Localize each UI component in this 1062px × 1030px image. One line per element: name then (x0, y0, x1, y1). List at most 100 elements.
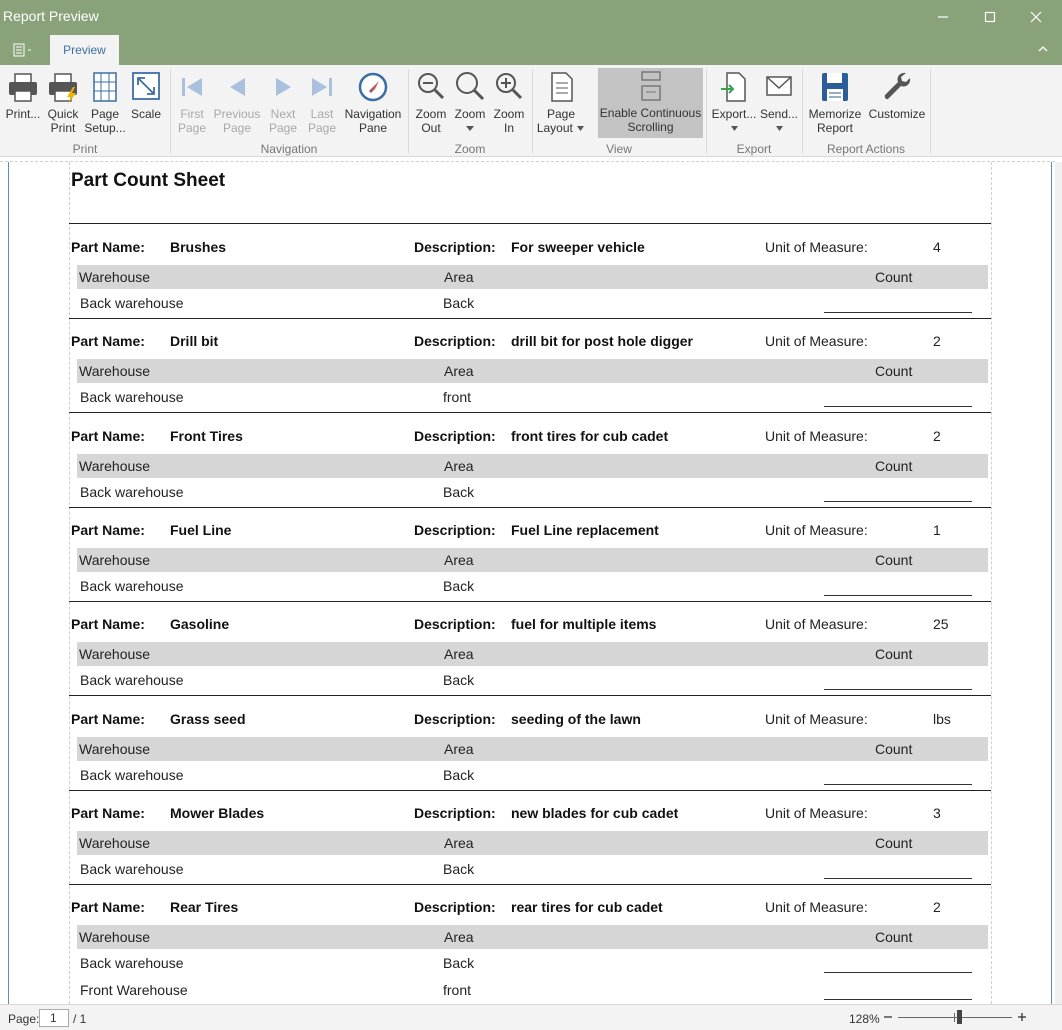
window-title: Report Preview (3, 8, 99, 24)
ribbon: Print... Quick Print Page Setup... Scale… (0, 65, 1062, 157)
warehouse-column-header: Warehouse (79, 363, 151, 380)
table-row: Back warehouse Back (69, 669, 991, 691)
description-value: drill bit for post hole digger (511, 333, 693, 350)
part-name-value: Grass seed (170, 710, 246, 727)
part-name-label: Part Name: (71, 239, 145, 255)
quick-print-button[interactable]: Quick Print (44, 69, 82, 135)
warehouse-column-header: Warehouse (79, 551, 151, 568)
maximize-button[interactable] (967, 0, 1013, 34)
description-label: Description: (414, 521, 496, 538)
last-page-button[interactable]: Last Page (304, 69, 340, 135)
zoom-out-button[interactable]: Zoom Out (412, 69, 450, 135)
tab-preview[interactable]: Preview (50, 35, 119, 65)
part-name-label: Part Name: (71, 710, 145, 727)
previous-page-button[interactable]: Previous Page (212, 69, 262, 135)
warehouse-cell: Back warehouse (80, 389, 184, 406)
unit-of-measure-label: Unit of Measure: (765, 239, 868, 255)
app-menu-button[interactable] (10, 41, 34, 59)
area-cell: Back (443, 955, 475, 972)
page-setup-button[interactable]: Page Setup... (84, 69, 126, 135)
unit-of-measure-value: 2 (933, 333, 941, 350)
zoom-button[interactable]: Zoom (451, 69, 489, 135)
export-button[interactable]: Export... (710, 69, 758, 135)
print-button[interactable]: Print... (4, 69, 42, 121)
count-entry-line[interactable] (824, 972, 972, 974)
count-entry-line[interactable] (824, 783, 972, 785)
table-row: Back warehouse front (69, 386, 991, 408)
area-cell: Back (443, 672, 475, 689)
table-row: Back warehouse Back (69, 575, 991, 597)
navigation-pane-button[interactable]: Navigation Pane (342, 69, 404, 135)
group-separator (170, 69, 171, 153)
minimize-button[interactable] (920, 0, 966, 34)
page-layout-button[interactable]: Page Layout (536, 69, 586, 135)
app-menu-icon (13, 43, 31, 57)
description-label: Description: (414, 333, 496, 350)
report-preview-area[interactable]: Part Count Sheet Part Name: Brushes Descri… (0, 158, 1062, 1004)
table-row: Back warehouse Back (69, 481, 991, 503)
zoom-slider-center-tick (954, 1013, 955, 1022)
count-entry-line[interactable] (824, 312, 972, 313)
page-edge-left (8, 162, 9, 1004)
part-name-value: Front Tires (170, 427, 243, 444)
description-label: Description: (414, 804, 496, 821)
count-entry-line[interactable] (824, 999, 972, 1001)
description-value: Fuel Line replacement (511, 521, 659, 538)
count-entry-line[interactable] (824, 877, 972, 879)
memorize-report-button[interactable]: Memorize Report (806, 69, 864, 135)
customize-button[interactable]: Customize (866, 69, 928, 121)
zoom-slider-thumb[interactable] (957, 1010, 962, 1024)
unit-of-measure-label: Unit of Measure: (765, 521, 868, 538)
unit-of-measure-value: 3 (933, 804, 941, 821)
part-section: Part Name: Drill bit Description: drill bit… (69, 318, 991, 414)
zoom-slider-track[interactable] (898, 1017, 1012, 1018)
zoom-level: 128% (849, 1012, 880, 1026)
first-page-button[interactable]: First Page (174, 69, 210, 135)
part-section: Part Name: Grass seed Description: seeding … (69, 696, 991, 791)
scale-button[interactable]: Scale (128, 69, 164, 121)
count-column-header: Count (875, 363, 913, 380)
unit-of-measure-value: 2 (933, 899, 941, 916)
area-column-header: Area (444, 929, 474, 946)
chevron-up-icon (1038, 46, 1048, 52)
description-value: For sweeper vehicle (511, 239, 645, 255)
chevron-down-icon (775, 126, 783, 131)
unit-of-measure-label: Unit of Measure: (765, 899, 868, 916)
part-name-label: Part Name: (71, 616, 145, 633)
part-section: Part Name: Rear Tires Description: rear tir… (69, 884, 991, 1004)
description-value: seeding of the lawn (511, 710, 641, 727)
count-entry-line[interactable] (824, 689, 972, 691)
group-separator (930, 69, 931, 153)
count-entry-line[interactable] (824, 406, 972, 408)
wrench-icon (884, 72, 911, 100)
send-button[interactable]: Send... (758, 69, 800, 135)
area-column-header: Area (444, 646, 474, 663)
unit-of-measure-value: 1 (933, 521, 941, 538)
vertical-scrollbar[interactable] (1055, 162, 1062, 1004)
part-name-value: Rear Tires (170, 899, 239, 916)
close-button[interactable] (1013, 0, 1059, 34)
column-header-band: Warehouse Area Count (77, 830, 988, 855)
enable-continuous-scrolling-button[interactable]: Enable Continuous Scrolling (598, 68, 703, 138)
zoom-in-button[interactable]: Zoom In (490, 69, 528, 135)
column-header-band: Warehouse Area Count (77, 736, 988, 761)
area-column-header: Area (444, 551, 474, 568)
collapse-ribbon-button[interactable] (1036, 42, 1050, 56)
count-entry-line[interactable] (824, 594, 972, 596)
zoom-plus-icon[interactable] (1016, 1010, 1028, 1024)
next-page-button[interactable]: Next Page (264, 69, 302, 135)
table-row: Front Warehouse front (69, 979, 991, 1001)
group-separator (802, 69, 803, 153)
part-name-label: Part Name: (71, 427, 145, 444)
part-name-label: Part Name: (71, 521, 145, 538)
unit-of-measure-label: Unit of Measure: (765, 333, 868, 350)
zoom-minus-icon[interactable] (882, 1010, 894, 1024)
unit-of-measure-label: Unit of Measure: (765, 427, 868, 444)
group-export-label: Export (736, 142, 772, 156)
part-name-value: Fuel Line (170, 521, 232, 538)
warehouse-cell: Back warehouse (80, 483, 184, 500)
area-cell: Back (443, 577, 475, 594)
area-column-header: Area (444, 457, 474, 474)
page-number-input[interactable]: 1 (39, 1009, 69, 1027)
count-entry-line[interactable] (824, 500, 972, 502)
